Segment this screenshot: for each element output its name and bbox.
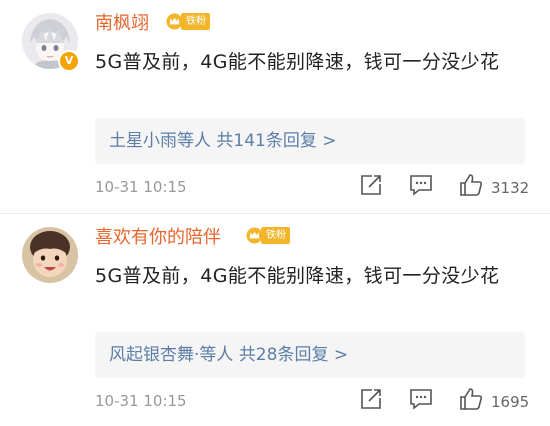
- verified-badge-icon: V: [58, 50, 80, 72]
- share-button[interactable]: [358, 386, 384, 412]
- comment-item: V 南枫翊 铁粉 5G普及前，4G能不能别降速，钱可一分没少花 土星小雨等人 共…: [0, 0, 550, 213]
- reply-names: 风起银杏舞·: [109, 345, 200, 365]
- like-count: 3132: [491, 179, 530, 197]
- reply-suffix: 等人: [199, 345, 234, 365]
- replies-link[interactable]: 风起银杏舞·等人 共28条回复 >: [95, 332, 525, 378]
- timestamp: 10-31 10:15: [95, 392, 187, 410]
- chevron-right-icon: >: [322, 131, 337, 151]
- fan-badge-label: 铁粉: [261, 227, 290, 244]
- comment-text: 5G普及前，4G能不能别降速，钱可一分没少花: [95, 265, 500, 287]
- thumbs-up-icon: [460, 388, 483, 410]
- comment-button[interactable]: [408, 172, 434, 198]
- username[interactable]: 喜欢有你的陪伴: [95, 223, 221, 249]
- chevron-right-icon: >: [333, 345, 349, 365]
- reply-count: 共28条回复: [238, 345, 329, 365]
- comment-icon: [410, 389, 432, 410]
- comment-text: 5G普及前，4G能不能别降速，钱可一分没少花: [95, 51, 500, 73]
- fan-badge[interactable]: 铁粉: [246, 226, 290, 245]
- avatar[interactable]: [22, 227, 78, 283]
- fan-badge-label: 铁粉: [181, 13, 210, 30]
- share-icon: [361, 175, 381, 195]
- thumbs-up-icon: [460, 174, 483, 196]
- username[interactable]: 南枫翊: [95, 9, 149, 35]
- replies-link[interactable]: 土星小雨等人 共141条回复 >: [95, 118, 525, 164]
- reply-suffix: 等人: [177, 131, 211, 151]
- comment-item: 喜欢有你的陪伴 铁粉 5G普及前，4G能不能别降速，钱可一分没少花 风起银杏舞·…: [0, 213, 550, 426]
- like-count: 1695: [491, 393, 530, 411]
- comment-icon: [410, 175, 432, 196]
- like-button[interactable]: [458, 172, 484, 198]
- like-button[interactable]: [458, 386, 484, 412]
- reply-names: 土星小雨: [109, 131, 177, 151]
- comment-button[interactable]: [408, 386, 434, 412]
- share-button[interactable]: [358, 172, 384, 198]
- timestamp: 10-31 10:15: [95, 178, 187, 196]
- fan-badge[interactable]: 铁粉: [166, 12, 210, 31]
- reply-count: 共141条回复: [216, 131, 317, 151]
- share-icon: [361, 389, 381, 409]
